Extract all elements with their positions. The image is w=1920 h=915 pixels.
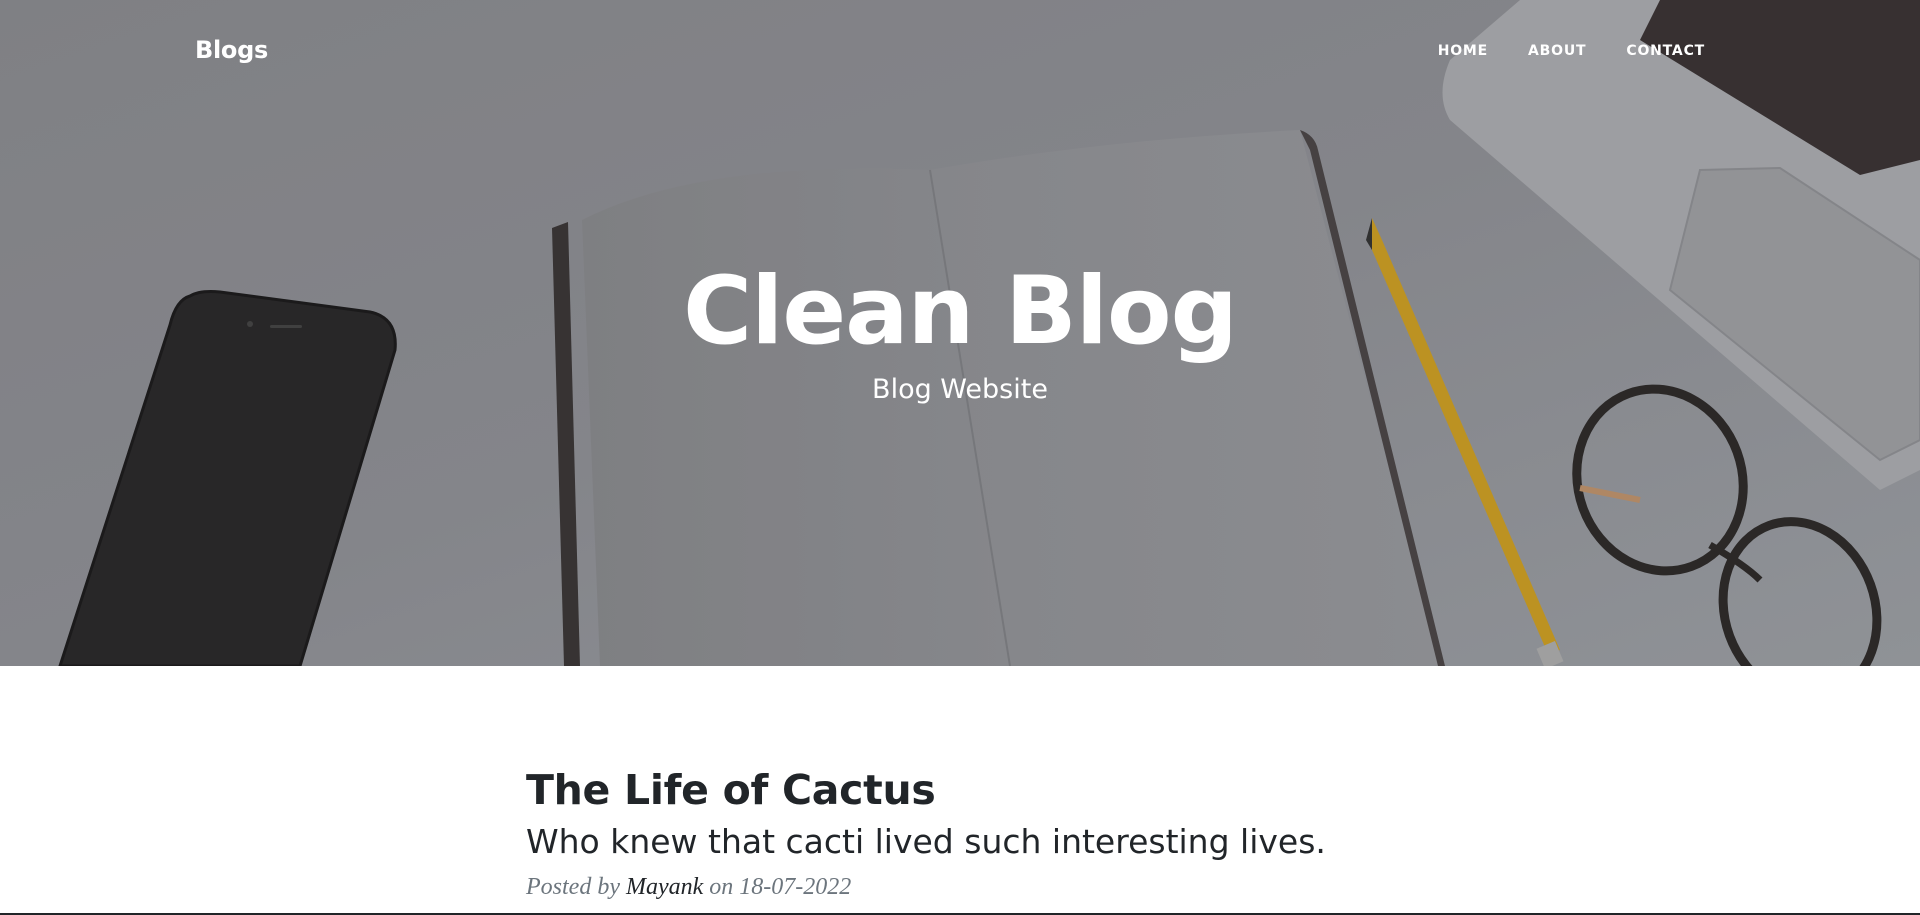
nav-link-contact[interactable]: CONTACT (1626, 43, 1705, 59)
post-link[interactable]: The Life of Cactus Who knew that cacti l… (526, 762, 1396, 864)
post-meta-on: on (709, 874, 734, 900)
post-preview: The Life of Cactus Who knew that cacti l… (526, 762, 1396, 901)
nav-link-home[interactable]: HOME (1438, 43, 1488, 59)
post-date: 18-07-2022 (739, 874, 852, 900)
nav-link-about[interactable]: ABOUT (1528, 43, 1586, 59)
site-subtitle: Blog Website (872, 374, 1048, 405)
hero-header: Blogs HOME ABOUT CONTACT Clean Blog Blog… (0, 0, 1920, 666)
nav-links: HOME ABOUT CONTACT (1438, 43, 1705, 59)
post-title: The Life of Cactus (526, 766, 936, 814)
main-navbar: Blogs HOME ABOUT CONTACT (0, 0, 1920, 104)
post-author-link[interactable]: Mayank (626, 874, 703, 900)
site-heading: Clean Blog Blog Website (0, 252, 1920, 408)
post-meta-prefix: Posted by (526, 874, 620, 900)
site-title: Clean Blog (683, 257, 1238, 366)
post-meta: Posted by Mayank on 18-07-2022 (526, 874, 1396, 901)
page: Blogs HOME ABOUT CONTACT Clean Blog Blog… (0, 0, 1920, 915)
post-subtitle: Who knew that cacti lived such interesti… (526, 822, 1326, 861)
brand-logo-link[interactable]: Blogs (195, 36, 268, 64)
